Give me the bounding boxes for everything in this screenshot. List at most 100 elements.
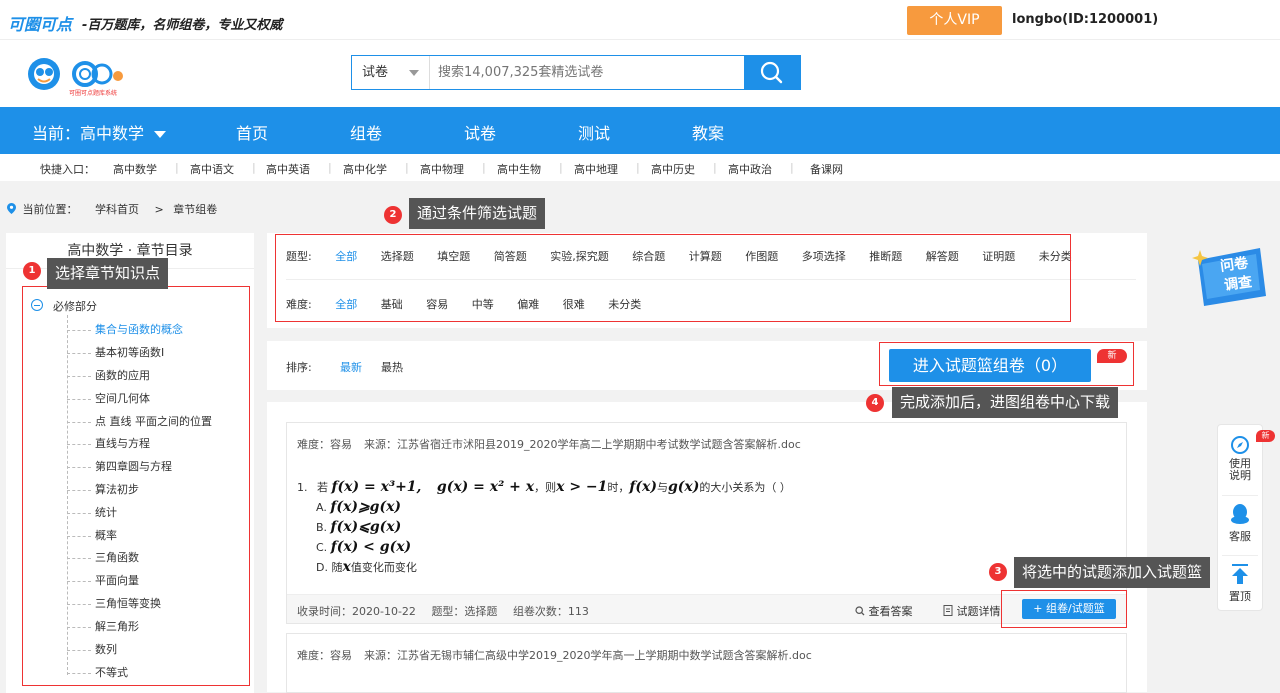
chapter-item[interactable]: 点 直线 平面之间的位置 [67, 413, 212, 429]
search-icon [760, 61, 783, 84]
option-c: C. f(x) < g(x) [316, 539, 411, 555]
search-input[interactable] [438, 56, 738, 89]
breadcrumb-separator: > [154, 203, 164, 216]
math-expression: x [342, 559, 351, 575]
vip-button[interactable]: 个人VIP [907, 6, 1002, 35]
chapter-panel: 高中数学 · 章节目录 必修部分 集合与函数的概念 基本初等函数I 函数的应用 … [6, 233, 254, 693]
quick-link[interactable]: 高中数学 [113, 161, 157, 177]
question-difficulty: 难度：容易 [297, 438, 352, 451]
magnifier-icon [855, 606, 865, 616]
top-label: 置顶 [1229, 590, 1251, 603]
chapter-item[interactable]: 算法初步 [67, 481, 139, 497]
chapter-item[interactable]: 不等式 [67, 664, 128, 680]
divider: | [713, 161, 717, 174]
chapter-item[interactable]: 概率 [67, 527, 117, 543]
math-expression: f(x)⩾g(x) [330, 499, 402, 515]
subject-switcher[interactable]: 当前：高中数学 [32, 120, 167, 144]
logo-caption: 可圈可点题库系统 [69, 90, 118, 97]
current-subject: 当前：高中数学 [32, 124, 145, 143]
tip-add-basket: 将选中的试题添加入试题篮 [1014, 557, 1211, 588]
survey-badge[interactable]: 问卷 调查 [1190, 244, 1274, 310]
quick-label: 快捷入口： [40, 163, 95, 176]
divider: | [405, 161, 409, 174]
nav-home[interactable]: 首页 [236, 120, 268, 144]
nav-compose[interactable]: 组卷 [350, 120, 382, 144]
quick-link[interactable]: 高中语文 [190, 161, 234, 177]
divider: | [482, 161, 486, 174]
nav-lessons[interactable]: 教案 [692, 120, 724, 144]
site-logo[interactable]: 可圈可点题库系统 [24, 52, 144, 100]
chapter-item[interactable]: 数列 [67, 641, 117, 657]
chapter-tree: 必修部分 集合与函数的概念 基本初等函数I 函数的应用 空间几何体 点 直线 平… [22, 286, 250, 686]
divider: | [252, 161, 256, 174]
question-source: 来源：江苏省宿迁市沭阳县2019_2020学年高二上学期期中考试数学试题含答案解… [364, 438, 801, 451]
main-nav: 当前：高中数学 首页 组卷 试卷 测试 教案 [0, 107, 1280, 154]
option-a: A. f(x)⩾g(x) [316, 499, 401, 515]
step-number: 3 [989, 563, 1007, 581]
breadcrumb-home[interactable]: 学科首页 [95, 203, 139, 216]
header: 可圈可点题库系统 试卷 [0, 40, 1280, 107]
chapter-root[interactable]: 必修部分 [53, 298, 97, 314]
quick-link[interactable]: 高中历史 [651, 161, 695, 177]
math-expression: g(x) [668, 479, 700, 495]
math-expression: f(x)⩽g(x) [330, 519, 402, 535]
math-expression: f(x) = x³+1, [331, 479, 422, 495]
arrow-up-icon [1232, 564, 1248, 584]
chapter-item[interactable]: 集合与函数的概念 [67, 321, 183, 337]
chapter-item[interactable]: 空间几何体 [67, 390, 150, 406]
chapter-item[interactable]: 三角函数 [67, 549, 139, 565]
sort-hottest[interactable]: 最热 [381, 359, 403, 375]
question-source: 来源：江苏省无锡市辅仁高级中学2019_2020学年高一上学期期中数学试题含答案… [364, 649, 812, 662]
question-type: 题型：选择题 [431, 605, 498, 618]
view-answer-link[interactable]: 查看答案 [855, 603, 913, 619]
question-number: 1. [297, 481, 308, 494]
service-button[interactable]: 客服 [1218, 503, 1262, 544]
nav-tests[interactable]: 测试 [578, 120, 610, 144]
math-expression: g(x) = x² + x [436, 479, 535, 495]
divider: | [328, 161, 332, 174]
quick-link[interactable]: 高中政治 [728, 161, 772, 177]
user-account[interactable]: longbo(ID:1200001) [1012, 12, 1158, 27]
option-key: C. [316, 541, 328, 554]
step-number: 2 [384, 206, 402, 224]
top-bar: 可圈可点 -百万题库，名师组卷，专业又权威 个人VIP longbo(ID:12… [0, 0, 1280, 40]
collapse-icon[interactable] [31, 299, 43, 311]
step-number: 1 [23, 262, 41, 280]
quick-link[interactable]: 高中化学 [343, 161, 387, 177]
guide-label: 使用说明 [1229, 457, 1251, 482]
chapter-item[interactable]: 平面向量 [67, 572, 139, 588]
nav-papers[interactable]: 试卷 [464, 120, 496, 144]
question-detail-link[interactable]: 试题详情 [943, 603, 1001, 619]
chevron-down-icon[interactable] [409, 70, 419, 76]
caret-down-icon [154, 131, 167, 138]
guide-button[interactable]: 使用说明 [1218, 435, 1262, 482]
chapter-item[interactable]: 三角恒等变换 [67, 595, 161, 611]
search-bar: 试卷 [351, 55, 801, 90]
quick-link[interactable]: 备课网 [810, 161, 843, 177]
breadcrumb-current: 章节组卷 [173, 203, 218, 216]
chapter-item[interactable]: 函数的应用 [67, 367, 150, 383]
sort-newest[interactable]: 最新 [340, 359, 362, 375]
chapter-item[interactable]: 第四章圆与方程 [67, 458, 172, 474]
divider [1222, 555, 1258, 556]
chapter-item[interactable]: 基本初等函数I [67, 344, 164, 360]
question-meta: 难度：容易 来源：江苏省无锡市辅仁高级中学2019_2020学年高一上学期期中数学… [297, 647, 812, 663]
quick-link[interactable]: 高中物理 [420, 161, 464, 177]
quick-link[interactable]: 高中地理 [574, 161, 618, 177]
chapter-item[interactable]: 统计 [67, 504, 117, 520]
back-to-top-button[interactable]: 置顶 [1218, 563, 1262, 604]
brand-name[interactable]: 可圈可点 [8, 11, 72, 35]
quick-link[interactable]: 高中生物 [497, 161, 541, 177]
document-icon [943, 605, 953, 616]
breadcrumb-label: 当前位置： [22, 203, 78, 216]
chapter-item[interactable]: 解三角形 [67, 618, 139, 634]
chapter-item[interactable]: 直线与方程 [67, 435, 150, 451]
penguin-icon [1231, 504, 1249, 524]
option-key: D. [316, 561, 328, 574]
quick-link[interactable]: 高中英语 [266, 161, 310, 177]
question-date: 收录时间：2020-10-22 [297, 605, 416, 618]
tip-select-chapter: 选择章节知识点 [47, 258, 169, 289]
math-expression: f(x) < g(x) [330, 539, 412, 555]
search-button[interactable] [744, 55, 801, 90]
survey-label: 调查 [1223, 274, 1254, 294]
